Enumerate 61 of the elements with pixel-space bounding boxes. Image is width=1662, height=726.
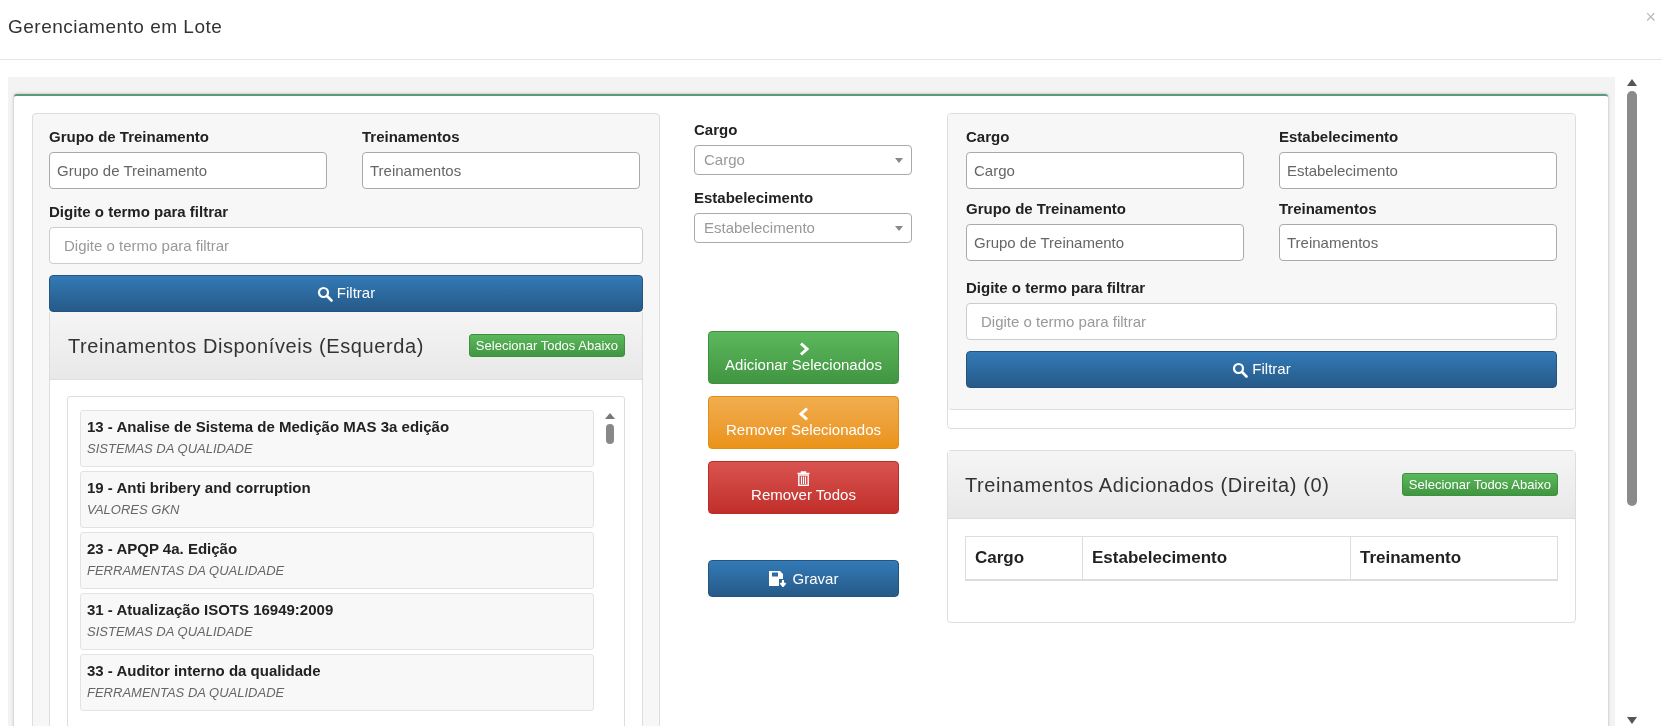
field-label: Grupo de Treinamento bbox=[966, 200, 1128, 218]
panel-title: Treinamentos Disponíveis (Esquerda) bbox=[68, 333, 424, 359]
list-item[interactable]: 13 - Analise de Sistema de Medição MAS 3a edição SISTEMAS DA QUALIDADE bbox=[80, 410, 594, 467]
field-label: Digite o termo para filtrar bbox=[966, 279, 1147, 297]
panel-title: Treinamentos Adicionados (Direita) (0) bbox=[965, 472, 1330, 498]
search-icon bbox=[316, 285, 333, 302]
field-label: Digite o termo para filtrar bbox=[49, 203, 230, 221]
input-field[interactable]: Grupo de Treinamento bbox=[49, 152, 327, 189]
filter-button[interactable]: Filtrar bbox=[49, 275, 643, 312]
dropdown[interactable]: Estabelecimento bbox=[694, 213, 912, 243]
field-label: Estabelecimento bbox=[1279, 128, 1400, 146]
scroll-up-icon[interactable] bbox=[604, 412, 616, 420]
add-selected-button[interactable]: Adicionar Selecionados bbox=[708, 331, 899, 384]
input-field[interactable]: Treinamentos bbox=[362, 152, 640, 189]
select-all-button[interactable]: Selecionar Todos Abaixo bbox=[1401, 473, 1558, 496]
search-field[interactable]: Digite o termo para filtrar bbox=[49, 227, 643, 264]
scrollbar-thumb[interactable] bbox=[606, 424, 614, 444]
training-category: VALORES GKN bbox=[87, 502, 181, 518]
chevron-right-icon bbox=[798, 341, 809, 356]
field-label: Grupo de Treinamento bbox=[49, 128, 211, 146]
field-label: Treinamentos bbox=[362, 128, 461, 146]
search-field[interactable]: Digite o termo para filtrar bbox=[966, 303, 1557, 340]
remove-all-button[interactable]: Remover Todos bbox=[708, 461, 899, 514]
field-label: Cargo bbox=[966, 128, 1011, 146]
caret-icon bbox=[895, 225, 903, 231]
select-all-button[interactable]: Selecionar Todos Abaixo bbox=[468, 334, 625, 357]
input-field[interactable]: Treinamentos bbox=[1279, 224, 1557, 261]
training-category: FERRAMENTAS DA QUALIDADE bbox=[87, 563, 286, 579]
training-category: FERRAMENTAS DA QUALIDADE bbox=[87, 685, 286, 701]
dropdown[interactable]: Cargo bbox=[694, 145, 912, 175]
list-item[interactable]: 31 - Atualização ISOTS 16949:2009 SISTEMAS DA QUALIDADE bbox=[80, 593, 594, 650]
list-item[interactable]: 19 - Anti bribery and corruption VALORES GKN bbox=[80, 471, 594, 528]
input-field[interactable]: Cargo bbox=[966, 152, 1244, 189]
floppy-icon bbox=[768, 570, 787, 587]
search-icon bbox=[1232, 361, 1249, 378]
training-name: 31 - Atualização ISOTS 16949:2009 bbox=[87, 600, 335, 620]
chevron-left-icon bbox=[798, 406, 809, 421]
training-name: 19 - Anti bribery and corruption bbox=[87, 478, 312, 498]
training-name: 13 - Analise de Sistema de Medição MAS 3a edição bbox=[87, 417, 451, 437]
list-item[interactable]: 23 - APQP 4a. Edição FERRAMENTAS DA QUALIDADE bbox=[80, 532, 594, 589]
training-category: SISTEMAS DA QUALIDADE bbox=[87, 441, 254, 457]
column-header: Treinamento bbox=[1350, 537, 1557, 579]
scroll-up-icon[interactable] bbox=[1627, 79, 1637, 86]
caret-icon bbox=[895, 157, 903, 163]
scroll-down-icon[interactable] bbox=[1627, 717, 1637, 724]
list-item[interactable]: 33 - Auditor interno da qualidade FERRAMENTAS DA QUALIDADE bbox=[80, 654, 594, 711]
trash-icon bbox=[797, 471, 810, 486]
filter-button[interactable]: Filtrar bbox=[966, 351, 1557, 388]
column-header: Cargo bbox=[974, 547, 1026, 570]
training-name: 23 - APQP 4a. Edição bbox=[87, 539, 239, 559]
field-label: Estabelecimento bbox=[694, 189, 815, 207]
input-field[interactable]: Grupo de Treinamento bbox=[966, 224, 1244, 261]
training-name: 33 - Auditor interno da qualidade bbox=[87, 661, 322, 681]
field-label: Treinamentos bbox=[1279, 200, 1378, 218]
dialog-title: Gerenciamento em Lote bbox=[8, 15, 223, 40]
input-field[interactable]: Estabelecimento bbox=[1279, 152, 1557, 189]
column-header: Estabelecimento bbox=[1082, 537, 1350, 579]
scrollbar-thumb[interactable] bbox=[1627, 91, 1637, 506]
field-label: Cargo bbox=[694, 121, 739, 139]
save-button[interactable]: Gravar bbox=[708, 560, 899, 597]
training-category: SISTEMAS DA QUALIDADE bbox=[87, 624, 254, 640]
